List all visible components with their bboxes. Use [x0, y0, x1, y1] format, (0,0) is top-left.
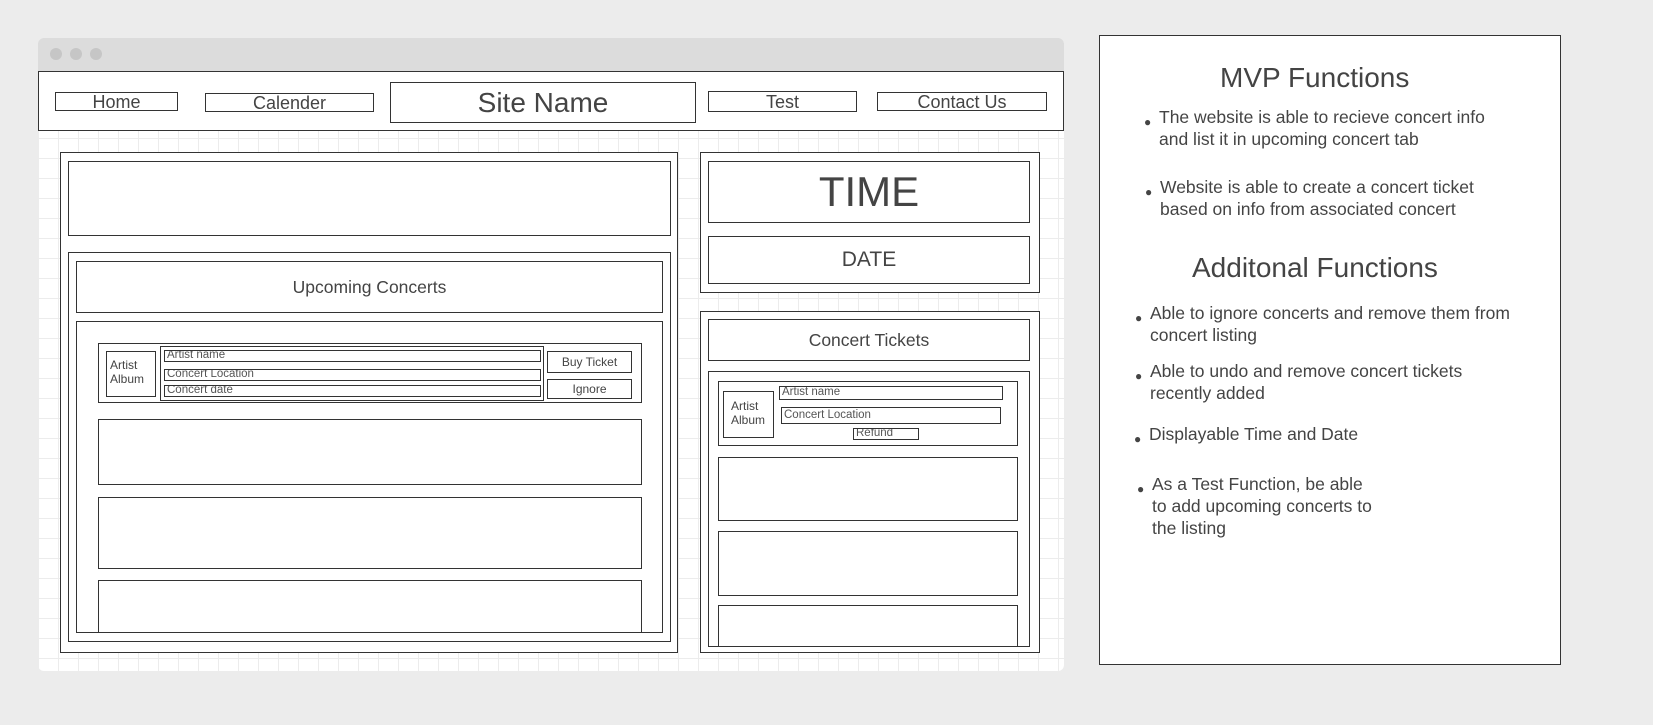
ticket-card-placeholder: [718, 531, 1018, 596]
note-text: As a Test Function, be able to add upcom…: [1152, 474, 1372, 538]
site-name[interactable]: Site Name: [390, 82, 696, 123]
buy-ticket-button[interactable]: Buy Ticket: [547, 351, 632, 373]
nav-contact-button[interactable]: Contact Us: [877, 92, 1047, 111]
bullet-icon: ●: [1137, 482, 1145, 496]
artist-name-field: Artist name: [164, 350, 541, 362]
browser-window: Home Calender Site Name Test Contact Us …: [38, 38, 1064, 671]
bullet-icon: ●: [1145, 185, 1153, 199]
note-text: Displayable Time and Date: [1149, 424, 1359, 444]
concert-info-box: Artist name Concert Location Concert dat…: [160, 346, 544, 401]
note-bullet: ● Able to ignore concerts and remove the…: [1135, 303, 1555, 357]
note-bullet: ● Website is able to create a concert ti…: [1145, 177, 1555, 231]
upcoming-concerts-section: Upcoming Concerts Artist Album Artist na…: [68, 252, 671, 642]
refund-button[interactable]: Refund: [853, 428, 919, 440]
banner-placeholder: [68, 161, 671, 236]
upcoming-concerts-list[interactable]: Artist Album Artist name Concert Locatio…: [76, 321, 663, 633]
concert-tickets-title: Concert Tickets: [708, 319, 1030, 361]
additional-functions-heading: Additonal Functions: [1192, 252, 1438, 283]
nav-test-button[interactable]: Test: [708, 91, 857, 112]
nav-calender-button[interactable]: Calender: [205, 93, 374, 112]
date-display: DATE: [708, 236, 1030, 284]
main-content-panel: Upcoming Concerts Artist Album Artist na…: [60, 152, 678, 653]
nav-bar: Home Calender Site Name Test Contact Us: [38, 71, 1064, 131]
concert-location-field: Concert Location: [164, 369, 541, 381]
artist-album-image: Artist Album: [723, 391, 774, 438]
bullet-icon: ●: [1144, 115, 1152, 129]
window-dot-close-icon[interactable]: [50, 48, 62, 60]
concert-tickets-list[interactable]: Artist Album Artist name Concert Locatio…: [708, 371, 1030, 647]
note-text: Able to undo and remove concert tickets …: [1150, 361, 1463, 403]
note-text: The website is able to recieve concert i…: [1159, 107, 1485, 149]
concert-card-placeholder: [98, 497, 642, 569]
artist-album-image: Artist Album: [106, 351, 156, 397]
concert-card-placeholder: [98, 419, 642, 485]
ticket-card-placeholder: [718, 605, 1018, 646]
window-dot-maximize-icon[interactable]: [90, 48, 102, 60]
clock-panel: TIME DATE: [700, 152, 1040, 293]
mvp-functions-heading: MVP Functions: [1220, 62, 1410, 93]
concert-date-field: Concert date: [164, 385, 541, 397]
bullet-icon: ●: [1135, 311, 1143, 325]
time-display: TIME: [708, 161, 1030, 223]
note-text: Able to ignore concerts and remove them …: [1150, 303, 1510, 345]
bullet-icon: ●: [1134, 432, 1142, 446]
note-text: Website is able to create a concert tick…: [1160, 177, 1474, 219]
note-bullet: ● As a Test Function, be able to add upc…: [1137, 474, 1557, 548]
concert-tickets-panel: Concert Tickets Artist Album Artist name…: [700, 311, 1040, 653]
note-bullet: ● Able to undo and remove concert ticket…: [1135, 361, 1555, 415]
nav-home-button[interactable]: Home: [55, 92, 178, 111]
window-dot-minimize-icon[interactable]: [70, 48, 82, 60]
artist-name-field: Artist name: [779, 386, 1003, 400]
functions-notes-panel: MVP Functions ● The website is able to r…: [1099, 35, 1561, 665]
concert-card: Artist Album Artist name Concert Locatio…: [98, 343, 642, 403]
ignore-button[interactable]: Ignore: [547, 379, 632, 399]
concert-location-field: Concert Location: [781, 407, 1001, 424]
note-bullet: ● Displayable Time and Date: [1134, 424, 1554, 454]
bullet-icon: ●: [1135, 369, 1143, 383]
note-bullet: ● The website is able to recieve concert…: [1144, 107, 1554, 161]
upcoming-concerts-title: Upcoming Concerts: [76, 261, 663, 313]
window-titlebar: [38, 38, 1064, 71]
concert-card-placeholder: [98, 580, 642, 632]
ticket-card: Artist Album Artist name Concert Locatio…: [718, 381, 1018, 446]
ticket-card-placeholder: [718, 457, 1018, 521]
